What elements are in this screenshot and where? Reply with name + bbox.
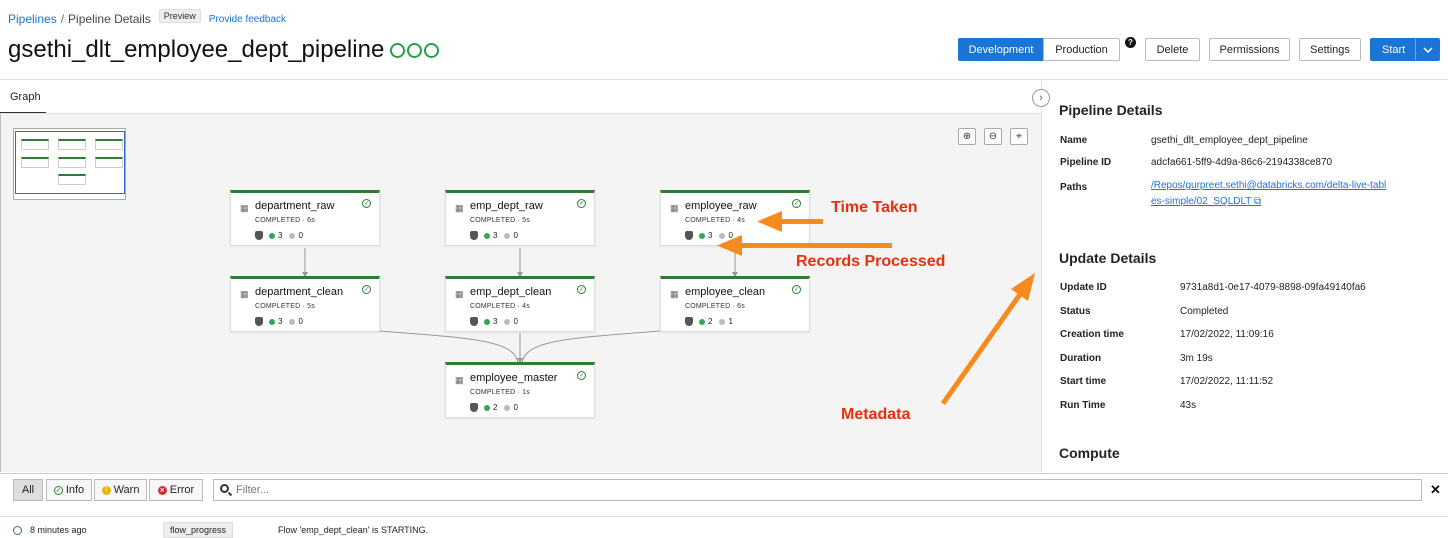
pipeline-details-title: Pipeline Details (1059, 102, 1163, 118)
compute-title: Compute (1059, 445, 1120, 461)
annotation-records-processed: Records Processed (796, 253, 946, 270)
update-id-value: 9731a8d1-0e17-4079-8898-09fa49140fa6 (1180, 282, 1366, 293)
error-icon: ✕ (157, 485, 167, 495)
paths-label: Paths (1060, 182, 1088, 193)
close-icon[interactable]: ✕ (1430, 482, 1441, 498)
name-value: gsethi_dlt_employee_dept_pipeline (1151, 135, 1308, 146)
annotation-time-taken: Time Taken (831, 199, 918, 216)
update-id-label: Update ID (1060, 282, 1107, 293)
name-label: Name (1060, 135, 1088, 146)
log-divider (0, 516, 1448, 517)
path-link[interactable]: /Repos/gurpreet.sethi@databricks.com/del… (1151, 178, 1391, 210)
creation-time-value: 17/02/2022, 11:09:16 (1180, 329, 1274, 340)
status-label: Status (1060, 306, 1091, 317)
filter-input-box (213, 479, 1422, 501)
duration-value: 3m 19s (1180, 353, 1213, 364)
duration-label: Duration (1060, 353, 1102, 364)
start-time-value: 17/02/2022, 11:11:52 (1180, 376, 1274, 387)
filter-error-label: Error (169, 484, 195, 496)
warning-icon: ! (101, 485, 111, 495)
info-check-icon: ✓ (53, 485, 63, 495)
pipeline-id-value: adcfa661-5ff9-4d9a-86c6-2194338ce870 (1151, 157, 1333, 168)
filter-warn-button[interactable]: ! Warn (94, 479, 147, 501)
path-link-text: /Repos/gurpreet.sethi@databricks.com/del… (1151, 180, 1387, 207)
search-icon (220, 484, 229, 493)
status-value: Completed (1180, 306, 1229, 317)
filter-all-button[interactable]: All (13, 479, 43, 501)
creation-time-label: Creation time (1060, 329, 1124, 340)
run-time-label: Run Time (1060, 400, 1106, 411)
annotation-arrows (717, 211, 1035, 405)
start-time-label: Start time (1060, 376, 1107, 387)
update-details-title: Update Details (1059, 250, 1157, 266)
pipeline-id-label: Pipeline ID (1060, 157, 1112, 168)
filter-error-button[interactable]: ✕ Error (149, 479, 203, 501)
filter-info-button[interactable]: ✓ Info (46, 479, 92, 501)
filter-warn-label: Warn (113, 484, 140, 496)
log-event-type-badge: flow_progress (163, 522, 234, 538)
filter-info-label: Info (65, 484, 85, 496)
annotation-metadata: Metadata (841, 406, 911, 423)
run-time-value: 43s (1180, 400, 1197, 411)
filter-input[interactable] (236, 482, 1416, 498)
external-link-icon: ⧉ (1254, 196, 1262, 207)
